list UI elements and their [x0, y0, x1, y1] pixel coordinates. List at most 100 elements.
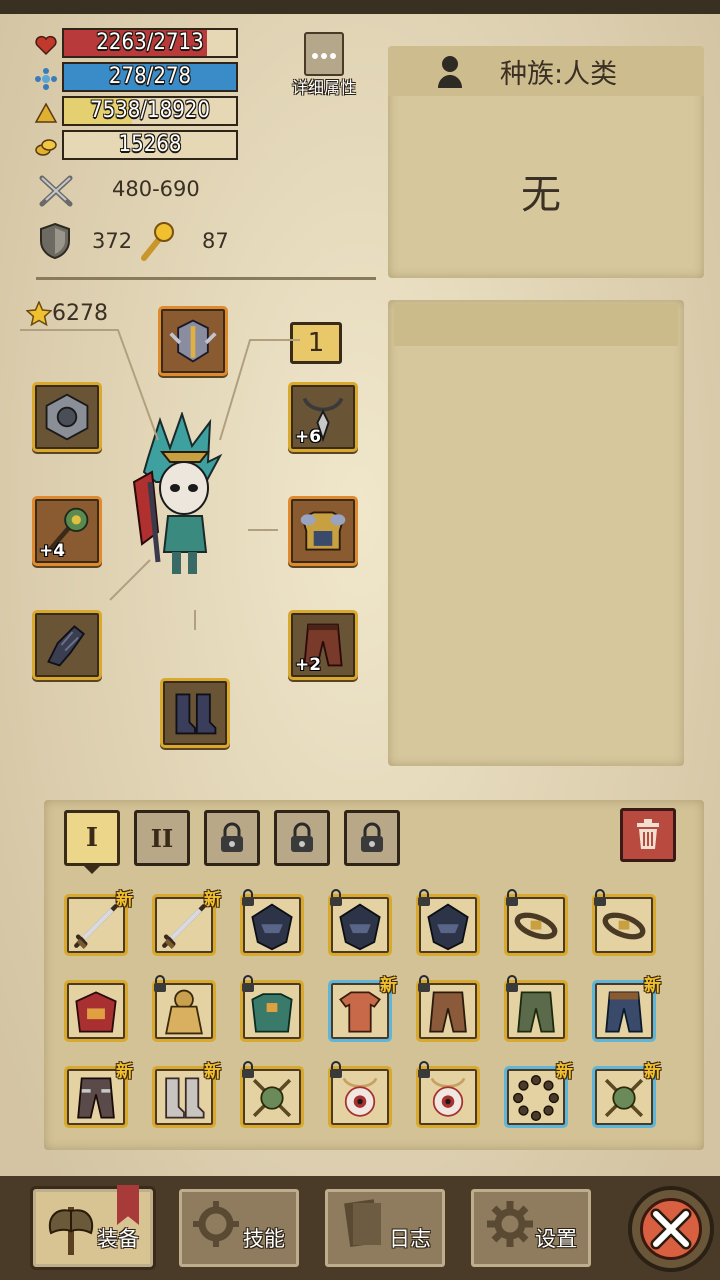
boots-slot[interactable] [160, 678, 230, 748]
ring-slot[interactable] [32, 382, 102, 452]
dark-helmet-icon [427, 903, 469, 951]
bag-tab-4-locked[interactable] [274, 810, 330, 866]
details-button[interactable]: 详细属性 [286, 30, 362, 98]
crossed-swords-icon [39, 175, 73, 207]
nav-settings[interactable]: 设置 [468, 1186, 594, 1270]
padlock-icon [330, 889, 342, 906]
nav-settings-label: 设置 [535, 1227, 577, 1251]
inventory-item[interactable]: 新 [592, 976, 661, 1042]
inventory-item[interactable] [416, 889, 480, 956]
inventory-item[interactable] [240, 1061, 304, 1128]
new-badge: 新 [644, 976, 661, 996]
inventory-item[interactable]: 新 [64, 890, 133, 956]
winged-helmet-icon [169, 319, 217, 363]
padlock-icon [330, 1061, 342, 1078]
journal-icon [344, 1199, 381, 1248]
new-badge: 新 [116, 1062, 133, 1082]
ellipsis-icon [304, 32, 344, 76]
bag-tab-3-locked[interactable] [204, 810, 260, 866]
new-badge: 新 [644, 1062, 661, 1082]
bag-tab-2[interactable]: II [134, 810, 190, 866]
padlock-icon [418, 889, 430, 906]
nav-equipment[interactable]: 装备 [30, 1185, 156, 1270]
hp-text: 2263/2713 [96, 30, 204, 55]
active-tab-pointer [84, 866, 100, 874]
experience-triangle-icon [34, 102, 58, 123]
padlock-icon [242, 889, 254, 906]
padlock-icon [506, 889, 518, 906]
padlock-icon [418, 1061, 430, 1078]
padlock-icon [506, 975, 518, 992]
details-label: 详细属性 [291, 78, 356, 97]
padlock-icon [221, 822, 243, 852]
gauntlet-icon [47, 625, 85, 667]
mp-bar: 278/278 [62, 62, 238, 92]
bag-tab-2-label: II [150, 823, 174, 853]
inventory-item[interactable] [416, 1061, 480, 1128]
gloves-slot[interactable] [32, 610, 102, 680]
armor-slot[interactable] [288, 496, 358, 566]
inventory-item[interactable] [240, 975, 304, 1042]
bag-tab-5-locked[interactable] [344, 810, 400, 866]
helmet-slot[interactable] [158, 306, 228, 376]
chest-armor-icon [300, 511, 346, 551]
pants-slot[interactable]: +2 [288, 610, 358, 680]
sword-icon [74, 904, 118, 950]
inventory-item[interactable]: 新 [64, 1062, 133, 1128]
new-badge: 新 [380, 976, 397, 996]
bag-tab-1[interactable]: I [64, 810, 120, 866]
gold-text: 15268 [118, 132, 182, 157]
inventory-item[interactable] [328, 889, 392, 956]
equipment-screen: 2263/2713 278/278 7538/18920 15268 480-6… [0, 0, 720, 1280]
new-badge: 新 [204, 890, 221, 910]
race-label: 种族:人类 [500, 59, 618, 90]
belt-ring-icon [514, 912, 558, 940]
new-badge: 新 [204, 1062, 221, 1082]
eyeball-amulet-icon [430, 1077, 466, 1117]
weapon-slot[interactable]: +4 [32, 496, 102, 566]
skill-gear-icon [193, 1201, 239, 1247]
inventory-item[interactable]: 新 [152, 1062, 221, 1128]
person-icon [438, 56, 462, 88]
close-button[interactable] [628, 1186, 714, 1272]
xp-text: 7538/18920 [90, 98, 210, 123]
inventory-item[interactable] [416, 975, 480, 1042]
inventory-item[interactable]: 新 [592, 1062, 661, 1128]
nav-skills[interactable]: 技能 [176, 1186, 302, 1270]
vine-amulet-icon [252, 1078, 292, 1118]
pants-plus: +2 [295, 655, 322, 675]
mana-flower-icon [35, 68, 57, 90]
dark-helmet-icon [251, 903, 293, 951]
race-panel: 种族:人类 无 [388, 46, 704, 278]
weapon-plus: +4 [39, 541, 66, 561]
gold-bar: 15268 [62, 130, 238, 160]
shirt-icon [339, 991, 381, 1033]
necklace-slot[interactable]: +6 [288, 382, 358, 452]
trash-can-icon [637, 819, 659, 849]
blue-pants-icon [605, 991, 643, 1033]
inventory-item[interactable]: 新 [152, 890, 221, 956]
inventory-item[interactable] [152, 975, 216, 1042]
nav-journal[interactable]: 日志 [322, 1186, 448, 1270]
inventory-item[interactable] [328, 1061, 392, 1128]
padlock-icon [242, 975, 254, 992]
inventory-item[interactable] [592, 889, 656, 956]
bookmark-ribbon [117, 1185, 139, 1225]
inventory-item[interactable] [64, 980, 128, 1042]
teal-armor-icon [251, 993, 293, 1033]
inventory-item[interactable]: 新 [328, 976, 397, 1042]
belt-ring-icon [602, 912, 646, 940]
padlock-icon [242, 1061, 254, 1078]
mp-text: 278/278 [108, 64, 192, 89]
green-pants-icon [517, 991, 555, 1033]
gold-coins-icon [35, 139, 57, 156]
inventory-item[interactable]: 新 [504, 1062, 573, 1128]
boots-icon [175, 693, 217, 735]
inventory-item[interactable] [240, 889, 304, 956]
inventory-item[interactable] [504, 975, 568, 1042]
nav-journal-label: 日志 [389, 1227, 431, 1251]
trash-button[interactable] [620, 808, 676, 862]
top-edge [0, 0, 720, 14]
hp-bar: 2263/2713 [62, 28, 238, 58]
inventory-item[interactable] [504, 889, 568, 956]
